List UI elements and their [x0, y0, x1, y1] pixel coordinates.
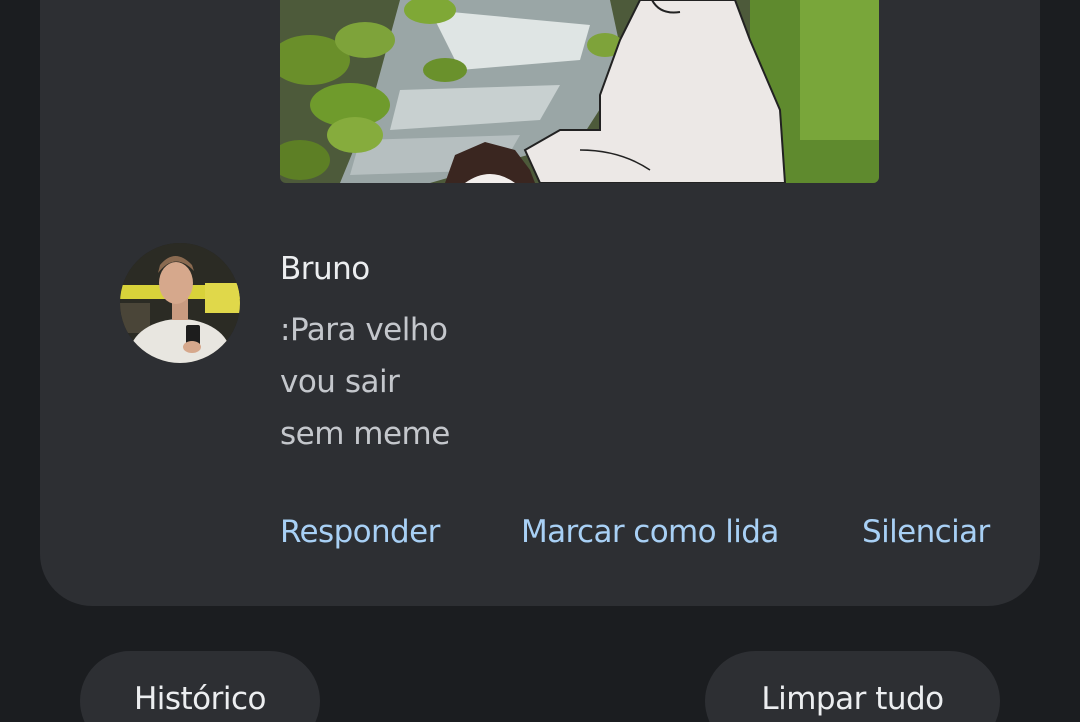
- mark-as-read-button[interactable]: Marcar como lida: [521, 510, 779, 554]
- message-line: vou sair: [280, 364, 400, 400]
- history-button[interactable]: Histórico: [80, 651, 320, 722]
- sender-name: Bruno: [280, 251, 370, 287]
- sender-avatar[interactable]: [120, 243, 240, 363]
- meme-image[interactable]: [280, 0, 879, 183]
- notification-shade: Bruno :Para velho vou sair sem meme Resp…: [0, 0, 1080, 722]
- reply-button[interactable]: Responder: [280, 510, 440, 554]
- mute-button[interactable]: Silenciar: [862, 510, 990, 554]
- message-line: :Para velho: [280, 312, 448, 348]
- notification-card[interactable]: Bruno :Para velho vou sair sem meme Resp…: [40, 0, 1040, 606]
- message-line: sem meme: [280, 416, 450, 452]
- clear-all-button[interactable]: Limpar tudo: [705, 651, 1000, 722]
